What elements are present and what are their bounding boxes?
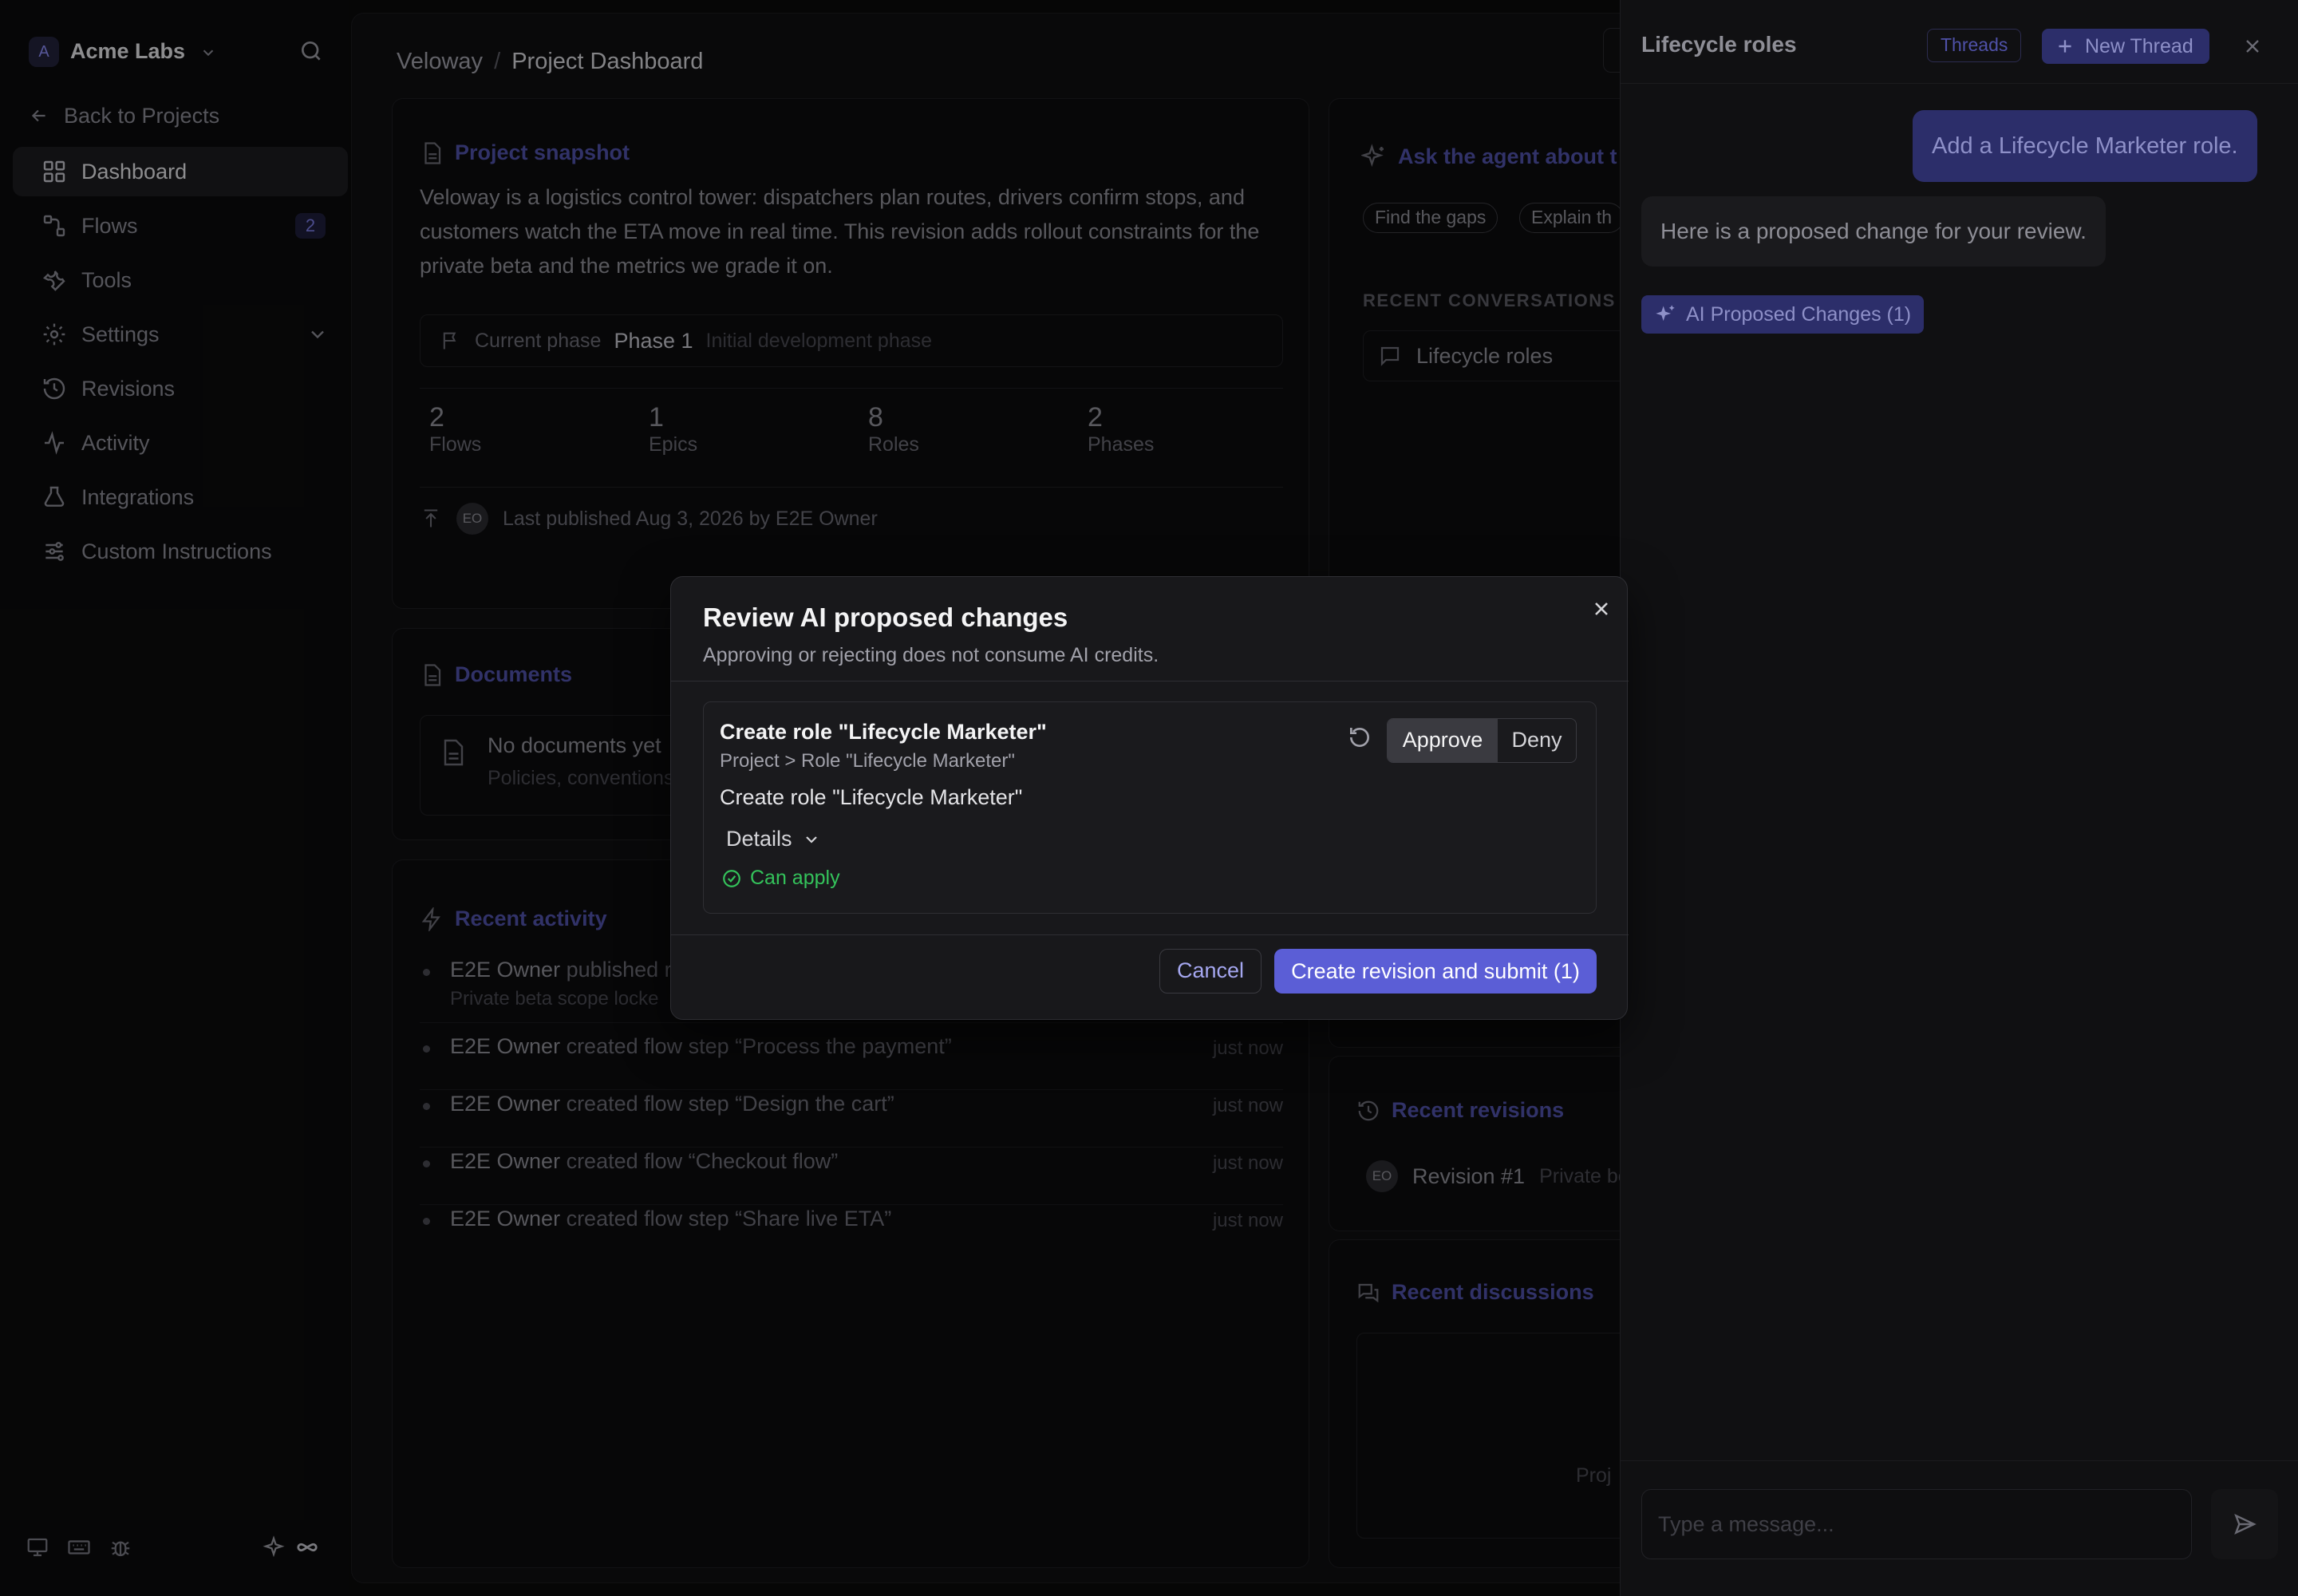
deny-button[interactable]: Deny [1498, 719, 1576, 762]
review-changes-dialog: Review AI proposed changes Approving or … [670, 576, 1629, 1020]
create-revision-submit-button[interactable]: Create revision and submit (1) [1274, 949, 1597, 994]
check-circle-icon [721, 868, 742, 889]
sparkles-icon [1654, 303, 1676, 326]
undo-icon[interactable] [1347, 725, 1372, 750]
close-icon[interactable] [1590, 598, 1613, 620]
assistant-message: Here is a proposed change for your revie… [1641, 196, 2106, 267]
change-description: Create role "Lifecycle Marketer" [720, 785, 1023, 809]
new-thread-label: New Thread [2085, 34, 2193, 57]
change-path: Project > Role "Lifecycle Marketer" [720, 750, 1015, 772]
change-title: Create role "Lifecycle Marketer" [720, 720, 1047, 744]
apply-status: Can apply [721, 867, 840, 890]
details-label: Details [726, 827, 792, 851]
threads-button[interactable]: Threads [1927, 29, 2022, 62]
change-item-card: Create role "Lifecycle Marketer" Project… [703, 701, 1597, 914]
send-button[interactable] [2211, 1489, 2278, 1559]
message-input-placeholder: Type a message... [1658, 1512, 1834, 1536]
details-toggle[interactable]: Details [726, 827, 821, 851]
ai-proposed-changes-button[interactable]: AI Proposed Changes (1) [1641, 295, 1925, 334]
close-icon[interactable] [2241, 35, 2264, 57]
cancel-button[interactable]: Cancel [1159, 949, 1262, 994]
chat-title: Lifecycle roles [1641, 32, 1797, 57]
message-input[interactable]: Type a message... [1641, 1489, 2192, 1559]
send-icon [2232, 1511, 2257, 1537]
approve-button[interactable]: Approve [1388, 719, 1498, 762]
dialog-title: Review AI proposed changes [703, 602, 1068, 632]
user-message: Add a Lifecycle Marketer role. [1913, 110, 2257, 182]
plus-icon [2055, 36, 2075, 57]
dialog-subtitle: Approving or rejecting does not consume … [703, 644, 1159, 666]
status-label: Can apply [750, 867, 840, 889]
chevron-down-icon [802, 830, 821, 849]
approve-deny-group: Approve Deny [1387, 718, 1577, 763]
ai-proposed-changes-label: AI Proposed Changes (1) [1686, 302, 1912, 326]
chat-panel: Lifecycle roles Threads New Thread Add a… [1620, 0, 2298, 1596]
new-thread-button[interactable]: New Thread [2042, 29, 2209, 64]
